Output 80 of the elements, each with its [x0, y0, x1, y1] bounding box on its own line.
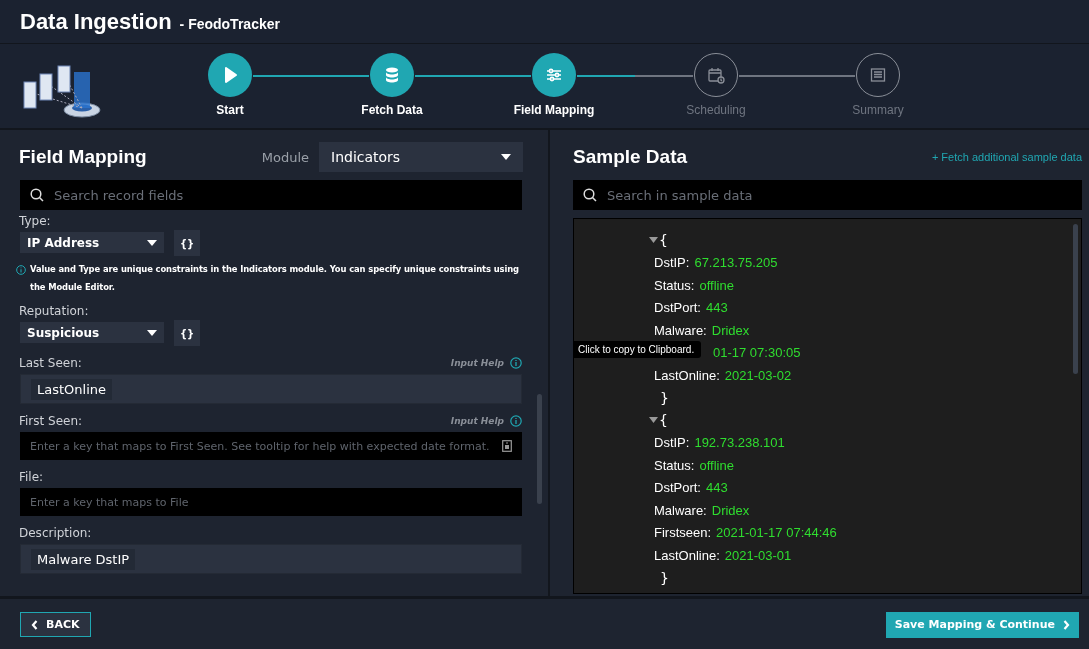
json-key: Status:	[654, 277, 695, 293]
step-circle[interactable]	[370, 53, 414, 97]
json-value[interactable]: Dridex	[711, 502, 750, 518]
step-circle[interactable]	[532, 53, 576, 97]
module-dropdown[interactable]: Indicators	[319, 142, 523, 172]
json-value[interactable]: offline	[699, 457, 734, 473]
field-label: Description:	[19, 526, 92, 540]
expression-button[interactable]: {}	[174, 230, 200, 256]
field-label: Last Seen:	[19, 356, 82, 370]
json-value[interactable]: 192.73.238.101	[694, 435, 785, 451]
json-key: DstIP:	[654, 255, 690, 271]
field-label: File:	[19, 470, 44, 484]
tooltip: Click to copy to Clipboard.	[574, 340, 702, 358]
json-brace: }	[660, 389, 669, 406]
search-field[interactable]: Search in sample data	[573, 180, 1082, 210]
collapse-icon[interactable]	[649, 417, 658, 424]
json-key: LastOnline:	[654, 367, 720, 383]
chevron-right-icon	[1063, 619, 1070, 630]
panel-title: Field Mapping	[19, 146, 148, 168]
caret-icon	[147, 329, 157, 336]
step-label: Summary	[852, 103, 904, 117]
calendar-icon[interactable]	[502, 440, 512, 452]
fetch-link[interactable]: + Fetch additional sample data	[931, 151, 1082, 163]
input-help-label: Input Help	[450, 416, 504, 426]
json-key: Malware:	[654, 322, 707, 338]
info-icon	[510, 415, 522, 427]
panel-title: Sample Data	[573, 146, 689, 168]
back-button[interactable]: BACK	[20, 612, 91, 637]
step-label: Scheduling	[686, 103, 746, 117]
json-value[interactable]: 443	[705, 300, 728, 316]
scrollbar[interactable]	[537, 394, 542, 504]
input-field[interactable]: Enter a key that maps to File	[20, 488, 522, 516]
info-icon	[16, 265, 26, 275]
json-key: Firstseen:	[654, 525, 712, 541]
json-value[interactable]: 2021-01-17 07:44:46	[716, 525, 837, 541]
field-label: Type:	[19, 214, 51, 228]
json-key: DstPort:	[654, 480, 701, 496]
json-brace: {	[659, 232, 668, 249]
info-note: Value and Type are unique constraints in the Indicators module. You can specify unique constraints using the Module Editor.	[30, 263, 520, 294]
search-icon	[30, 188, 44, 202]
input-field[interactable]: Enter a key that maps to First Seen. See tooltip for help with expected date format.	[20, 432, 522, 460]
dropdown[interactable]: Suspicious	[20, 322, 164, 343]
field-label: Reputation:	[19, 304, 89, 318]
json-brace: }	[660, 569, 669, 586]
page-title: Data Ingestion	[20, 8, 172, 35]
json-brace: {	[659, 412, 668, 429]
collapse-icon[interactable]	[649, 237, 658, 244]
json-value[interactable]: 01-17 07:30:05	[713, 345, 801, 361]
page-subtitle: - FeodoTracker	[179, 15, 280, 32]
step-label: Field Mapping	[513, 103, 595, 117]
caret-icon	[501, 154, 511, 160]
info-icon	[510, 357, 522, 369]
step-label: Fetch Data	[361, 103, 423, 117]
caret-icon	[147, 239, 157, 246]
tag-input-field[interactable]: LastOnline	[20, 374, 522, 404]
json-key: LastOnline:	[654, 547, 720, 563]
field-tag: LastOnline	[31, 378, 112, 400]
json-key: Status:	[654, 457, 695, 473]
field-label: First Seen:	[19, 414, 83, 428]
step-label: Start	[216, 103, 244, 117]
expression-button[interactable]: {}	[174, 320, 200, 346]
chevron-left-icon	[31, 619, 38, 630]
json-key: Malware:	[654, 502, 707, 518]
search-field[interactable]: Search record fields	[20, 180, 522, 210]
step-circle[interactable]	[208, 53, 252, 97]
json-key: DstIP:	[654, 435, 690, 451]
search-icon	[583, 188, 597, 202]
scrollbar[interactable]	[1073, 224, 1078, 374]
dropdown[interactable]: IP Address	[20, 232, 164, 253]
module-label: Module	[261, 149, 309, 165]
json-value[interactable]: Dridex	[711, 322, 750, 338]
input-help-label: Input Help	[450, 358, 504, 368]
tag-input-field[interactable]: Malware DstIP	[20, 544, 522, 574]
json-value[interactable]: offline	[699, 277, 734, 293]
field-tag: Malware DstIP	[31, 548, 136, 570]
json-value[interactable]: 2021-03-01	[724, 547, 792, 563]
json-value[interactable]: 67.213.75.205	[694, 255, 778, 271]
json-value[interactable]: 443	[705, 480, 728, 496]
json-key: DstPort:	[654, 300, 701, 316]
json-value[interactable]: 2021-03-02	[724, 367, 792, 383]
